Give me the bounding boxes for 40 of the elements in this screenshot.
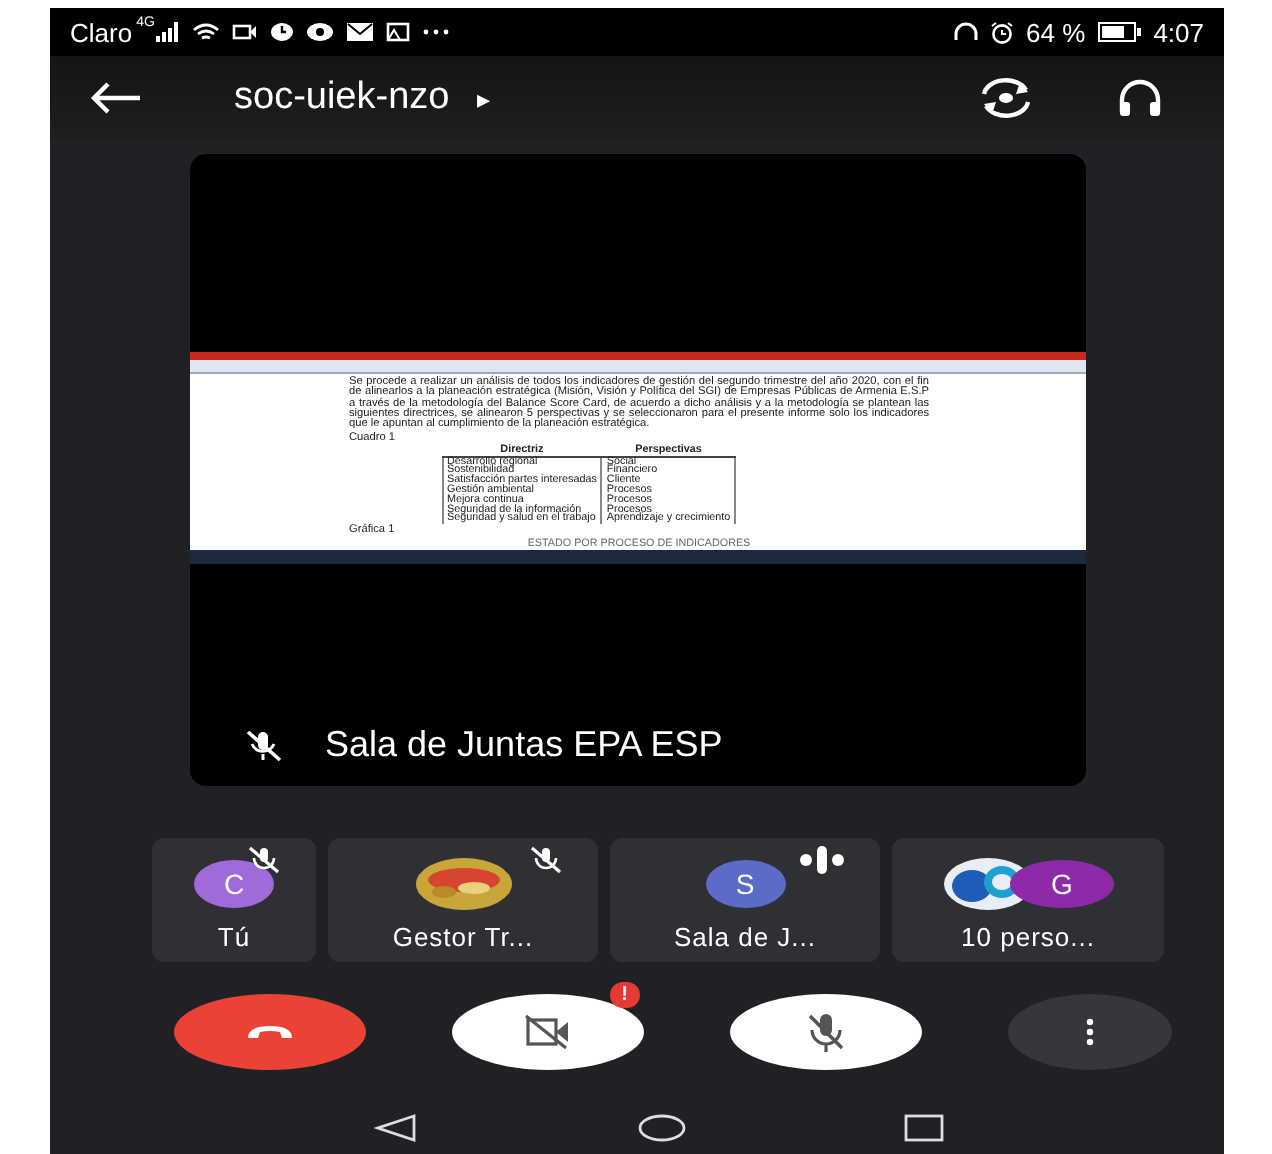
more-notifications-icon — [422, 28, 451, 36]
battery-percentage: 64 % — [1026, 17, 1086, 47]
wifi-icon — [192, 22, 221, 42]
clock-icon — [270, 22, 295, 42]
meeting-code[interactable]: soc-uiek-nzo — [234, 76, 450, 120]
participant-tile[interactable]: C Tú — [152, 838, 316, 962]
app-icon — [306, 22, 335, 42]
participant-name: Gestor Tr... — [392, 922, 534, 952]
participant-name: 10 perso... — [961, 922, 1095, 952]
participant-tile[interactable]: Gestor Tr... — [328, 838, 598, 962]
more-icon — [1086, 1018, 1094, 1046]
presenter-name: Sala de Juntas EPA ESP — [325, 724, 723, 766]
recents-nav-icon[interactable] — [904, 1114, 944, 1142]
avatar: C — [194, 860, 274, 908]
signal-icon — [156, 22, 181, 42]
avatar: G — [1010, 860, 1114, 908]
camera-button[interactable] — [452, 994, 644, 1070]
participant-name: Sala de J... — [673, 922, 817, 952]
battery-icon — [1097, 22, 1142, 42]
home-nav-icon[interactable] — [637, 1114, 685, 1142]
mic-off-icon — [804, 1010, 848, 1054]
headphones-icon[interactable] — [1116, 78, 1164, 118]
camera-off-icon — [522, 1012, 574, 1052]
gallery-icon — [386, 22, 411, 42]
participant-tile[interactable]: G 10 perso... — [892, 838, 1164, 962]
mail-icon — [346, 22, 375, 42]
headset-status-icon — [954, 22, 979, 42]
alert-badge: ! — [609, 982, 640, 1008]
participant-tile[interactable]: S Sala de J... — [610, 838, 880, 962]
avatar: S — [705, 860, 785, 908]
camera-icon — [232, 22, 259, 42]
carrier: Claro — [70, 17, 133, 47]
participant-name: Tú — [217, 922, 251, 952]
back-arrow-icon[interactable] — [90, 82, 142, 114]
hang-up-icon — [244, 1022, 296, 1042]
switch-camera-icon[interactable] — [976, 78, 1036, 118]
alarm-icon — [990, 21, 1015, 43]
clock-time: 4:07 — [1153, 17, 1204, 47]
back-nav-icon[interactable] — [374, 1114, 418, 1142]
meeting-info-toggle[interactable]: ▸ — [477, 83, 492, 113]
